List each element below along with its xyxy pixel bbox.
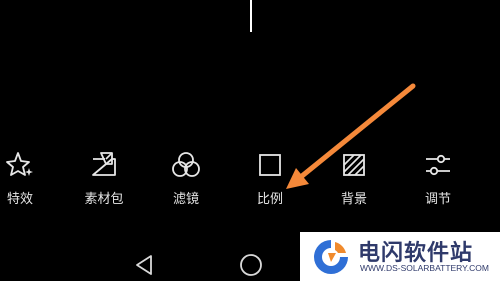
- tool-filters[interactable]: 滤镜: [154, 150, 218, 222]
- tool-label: 背景: [340, 192, 367, 207]
- tool-label: 滤镜: [172, 192, 199, 207]
- background-icon: [343, 154, 365, 176]
- filter-icon: [172, 152, 200, 177]
- sparkle-icon: [6, 152, 33, 176]
- tool-materials[interactable]: 素材包: [72, 150, 136, 222]
- tool-adjust[interactable]: 调节: [406, 150, 470, 222]
- sticker-icon: [92, 152, 116, 176]
- home-icon[interactable]: [238, 252, 264, 278]
- tool-label: 调节: [424, 192, 451, 207]
- back-icon[interactable]: [132, 252, 158, 278]
- tool-background[interactable]: 背景: [322, 150, 386, 222]
- watermark-logo-icon: [314, 240, 348, 274]
- tool-label: 比例: [256, 192, 283, 207]
- aspect-ratio-icon: [259, 154, 281, 176]
- timeline-playhead[interactable]: [250, 0, 252, 32]
- editor-toolbar: 特效 素材包 滤镜 比例 背景 调节: [0, 150, 500, 230]
- watermark-url: WWW.DS-SOLARBATTERY.COM: [360, 263, 489, 273]
- site-watermark: 电闪软件站 WWW.DS-SOLARBATTERY.COM: [300, 232, 500, 281]
- tool-effects[interactable]: 特效: [0, 150, 52, 222]
- tool-label: 素材包: [84, 192, 124, 207]
- tool-label: 特效: [6, 192, 33, 207]
- adjust-sliders-icon: [426, 154, 450, 176]
- tool-aspect-ratio[interactable]: 比例: [238, 150, 302, 222]
